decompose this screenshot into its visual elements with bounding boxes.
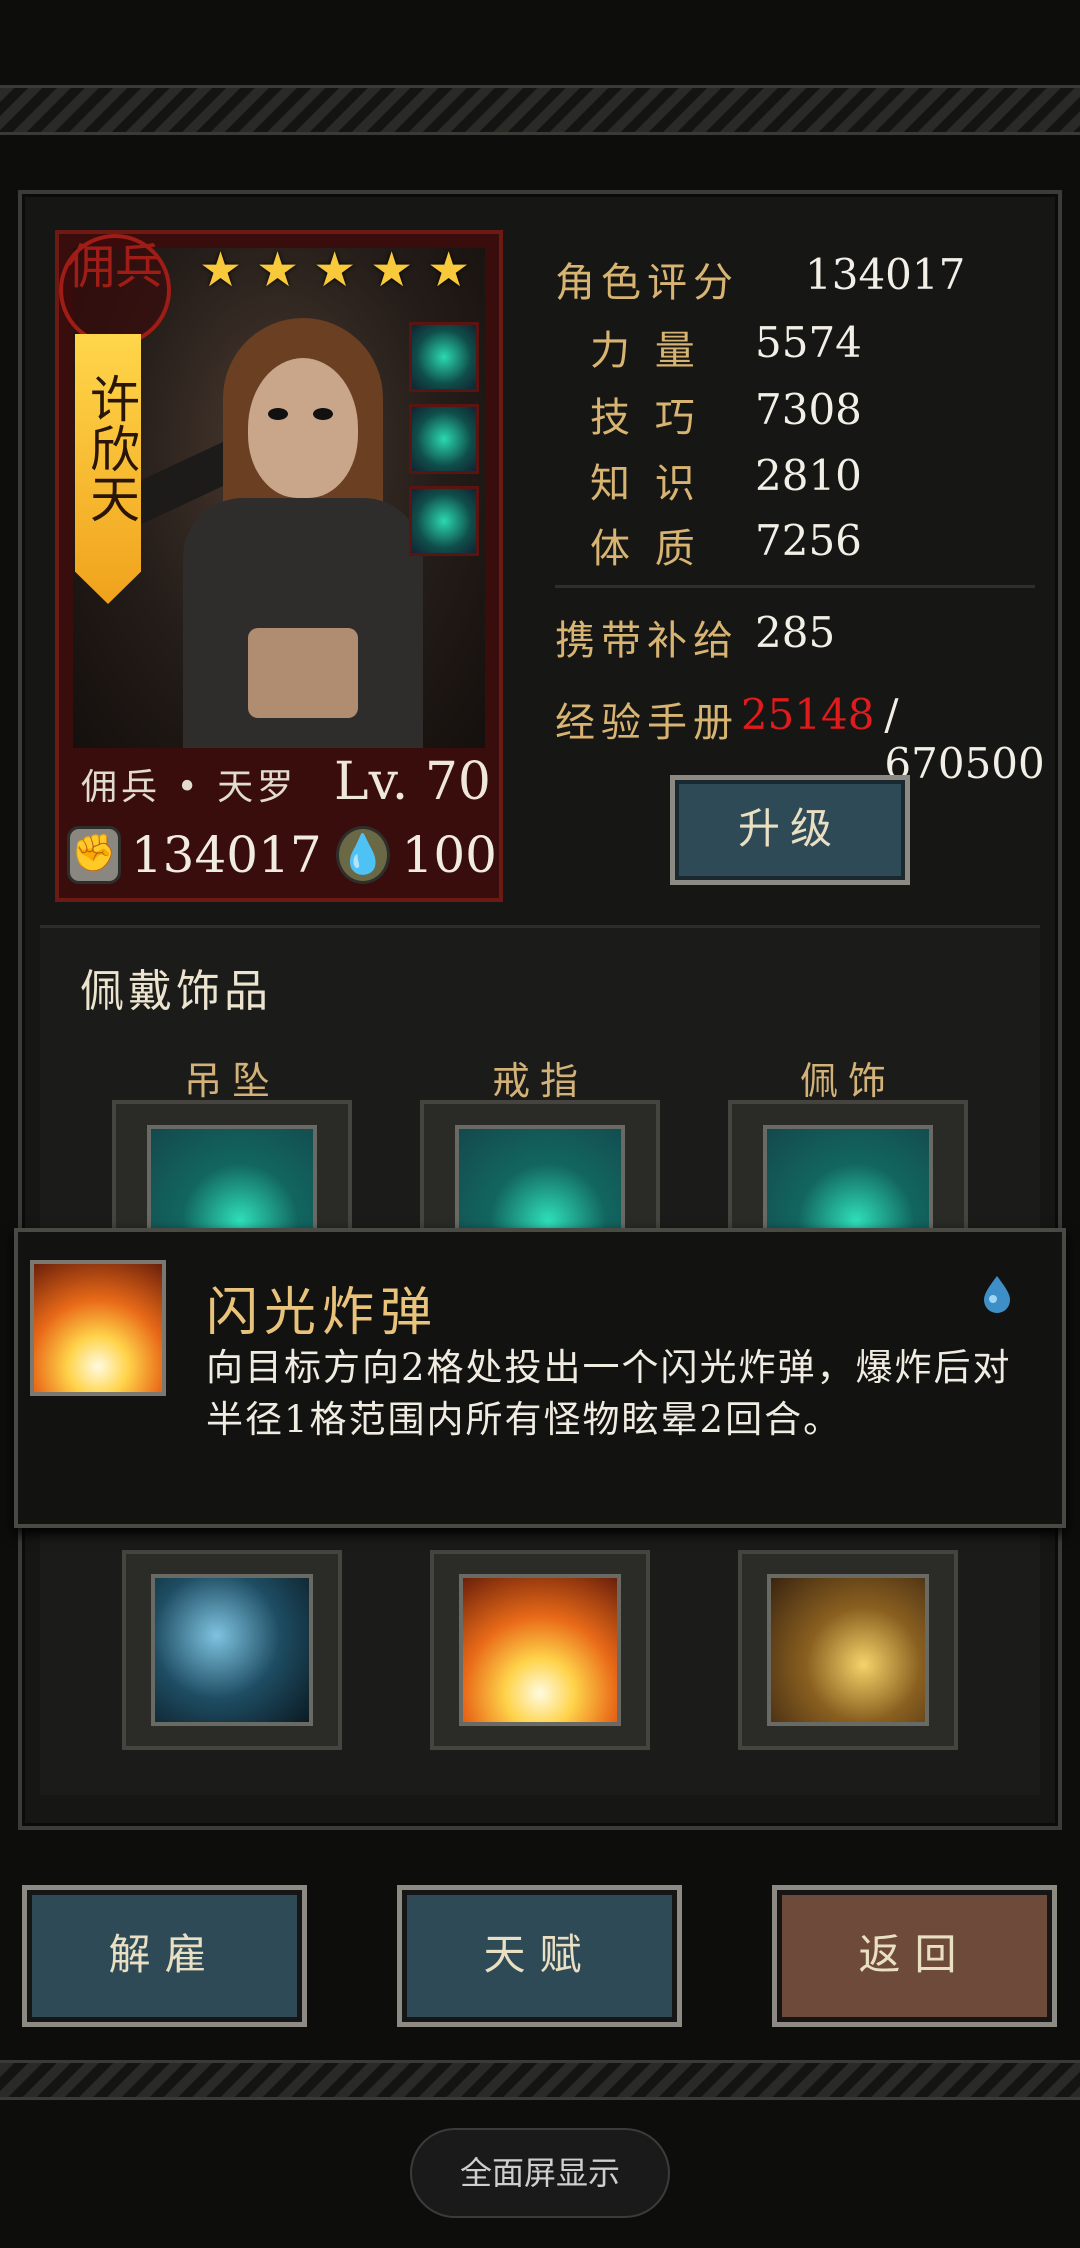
star-icon: ★ — [199, 242, 243, 298]
drop-stamina-icon: 💧 — [335, 826, 390, 884]
stat-score: 角色评分 134017 — [555, 250, 965, 308]
slot-label: 佩饰 — [799, 1059, 896, 1103]
dismiss-button[interactable]: 解雇 — [22, 1885, 307, 2027]
skill-slot-3[interactable] — [738, 1550, 958, 1750]
equipped-ring-icon[interactable] — [409, 404, 479, 474]
flash-bomb-icon — [30, 1260, 166, 1396]
stat-label: 力 量 — [590, 328, 701, 374]
portrait-face — [248, 358, 358, 498]
equipped-charm-icon[interactable] — [409, 486, 479, 556]
star-rating: ★ ★ ★ ★ ★ — [199, 246, 470, 294]
tooltip-title: 闪光炸弹 — [206, 1283, 439, 1343]
stat-value: 134017 — [805, 250, 966, 299]
exp-total: / 670500 — [884, 690, 1045, 788]
stat-label: 体 质 — [590, 526, 701, 572]
stat-value: 285 — [755, 608, 836, 657]
skill-tooltip: 闪光炸弹 向目标方向2格处投出一个闪光炸弹，爆炸后对半径1格范围内所有怪物眩晕2… — [14, 1228, 1066, 1528]
back-button[interactable]: 返回 — [772, 1885, 1057, 2027]
portrait-eye — [268, 408, 288, 420]
bottom-decor-strip — [0, 2060, 1080, 2100]
stamina-value: 100 — [401, 826, 497, 884]
card-caption: 佣兵 • 天罗 Lv. 70 — [81, 752, 491, 812]
stat-exp: 经验手册 25148 / 670500 — [555, 690, 1059, 788]
stat-supply: 携带补给 285 — [555, 608, 835, 666]
name-banner: 许欣天 — [75, 334, 141, 604]
character-name: 许欣天 — [82, 373, 140, 523]
level-label: Lv. 70 — [334, 752, 491, 812]
tooltip-description: 向目标方向2格处投出一个闪光炸弹，爆炸后对半径1格范围内所有怪物眩晕2回合。 — [206, 1346, 1012, 1441]
stat-label: 经验手册 — [555, 700, 739, 746]
slot-label: 戒指 — [491, 1059, 588, 1103]
stat-value: 2810 — [755, 451, 862, 500]
star-icon: ★ — [256, 242, 300, 298]
upgrade-button[interactable]: 升级 — [670, 775, 910, 885]
slot-label: 吊坠 — [183, 1059, 280, 1103]
stat-label: 角色评分 — [555, 260, 739, 306]
fist-power-icon: ✊ — [67, 826, 121, 884]
water-drop-icon — [980, 1274, 1014, 1314]
stat-value: 5574 — [755, 318, 862, 367]
fullscreen-toggle-button[interactable]: 全面屏显示 — [410, 2128, 670, 2218]
portrait-torso — [248, 628, 358, 718]
star-icon: ★ — [313, 242, 357, 298]
star-icon: ★ — [427, 242, 471, 298]
class-name: 佣兵 • 天罗 — [81, 767, 298, 808]
exp-current: 25148 — [740, 690, 875, 739]
stat-knowledge: 知 识 2810 — [590, 451, 862, 509]
stats-divider — [555, 585, 1035, 588]
character-card[interactable]: 佣兵 许欣天 ★ ★ ★ ★ ★ 佣兵 • 天罗 Lv. 70 ✊ 134017… — [55, 230, 503, 902]
stat-label: 携带补给 — [555, 618, 739, 664]
stat-strength: 力 量 5574 — [590, 318, 862, 376]
ice-cave-skill-icon[interactable] — [151, 1574, 313, 1726]
equipped-pendant-icon[interactable] — [409, 322, 479, 392]
star-icon: ★ — [370, 242, 414, 298]
stat-value: 7256 — [755, 516, 862, 565]
stat-skill: 技 巧 7308 — [590, 385, 862, 443]
portrait-eye — [313, 408, 333, 420]
flash-bomb-skill-icon[interactable] — [459, 1574, 621, 1726]
stat-label: 技 巧 — [590, 395, 701, 441]
stat-physique: 体 质 7256 — [590, 516, 862, 574]
accessories-title: 佩戴饰品 — [80, 966, 272, 1017]
power-value: 134017 — [130, 826, 322, 884]
skill-slot-1[interactable] — [122, 1550, 342, 1750]
stat-value: 7308 — [755, 385, 862, 434]
top-decor-strip — [0, 85, 1080, 135]
dagger-skill-icon[interactable] — [767, 1574, 929, 1726]
mercenary-seal-icon: 佣兵 — [59, 234, 171, 346]
card-stats-bar: ✊ 134017 💧 100 — [67, 819, 497, 891]
skill-slot-2[interactable] — [430, 1550, 650, 1750]
talent-button[interactable]: 天赋 — [397, 1885, 682, 2027]
stat-label: 知 识 — [590, 461, 701, 507]
